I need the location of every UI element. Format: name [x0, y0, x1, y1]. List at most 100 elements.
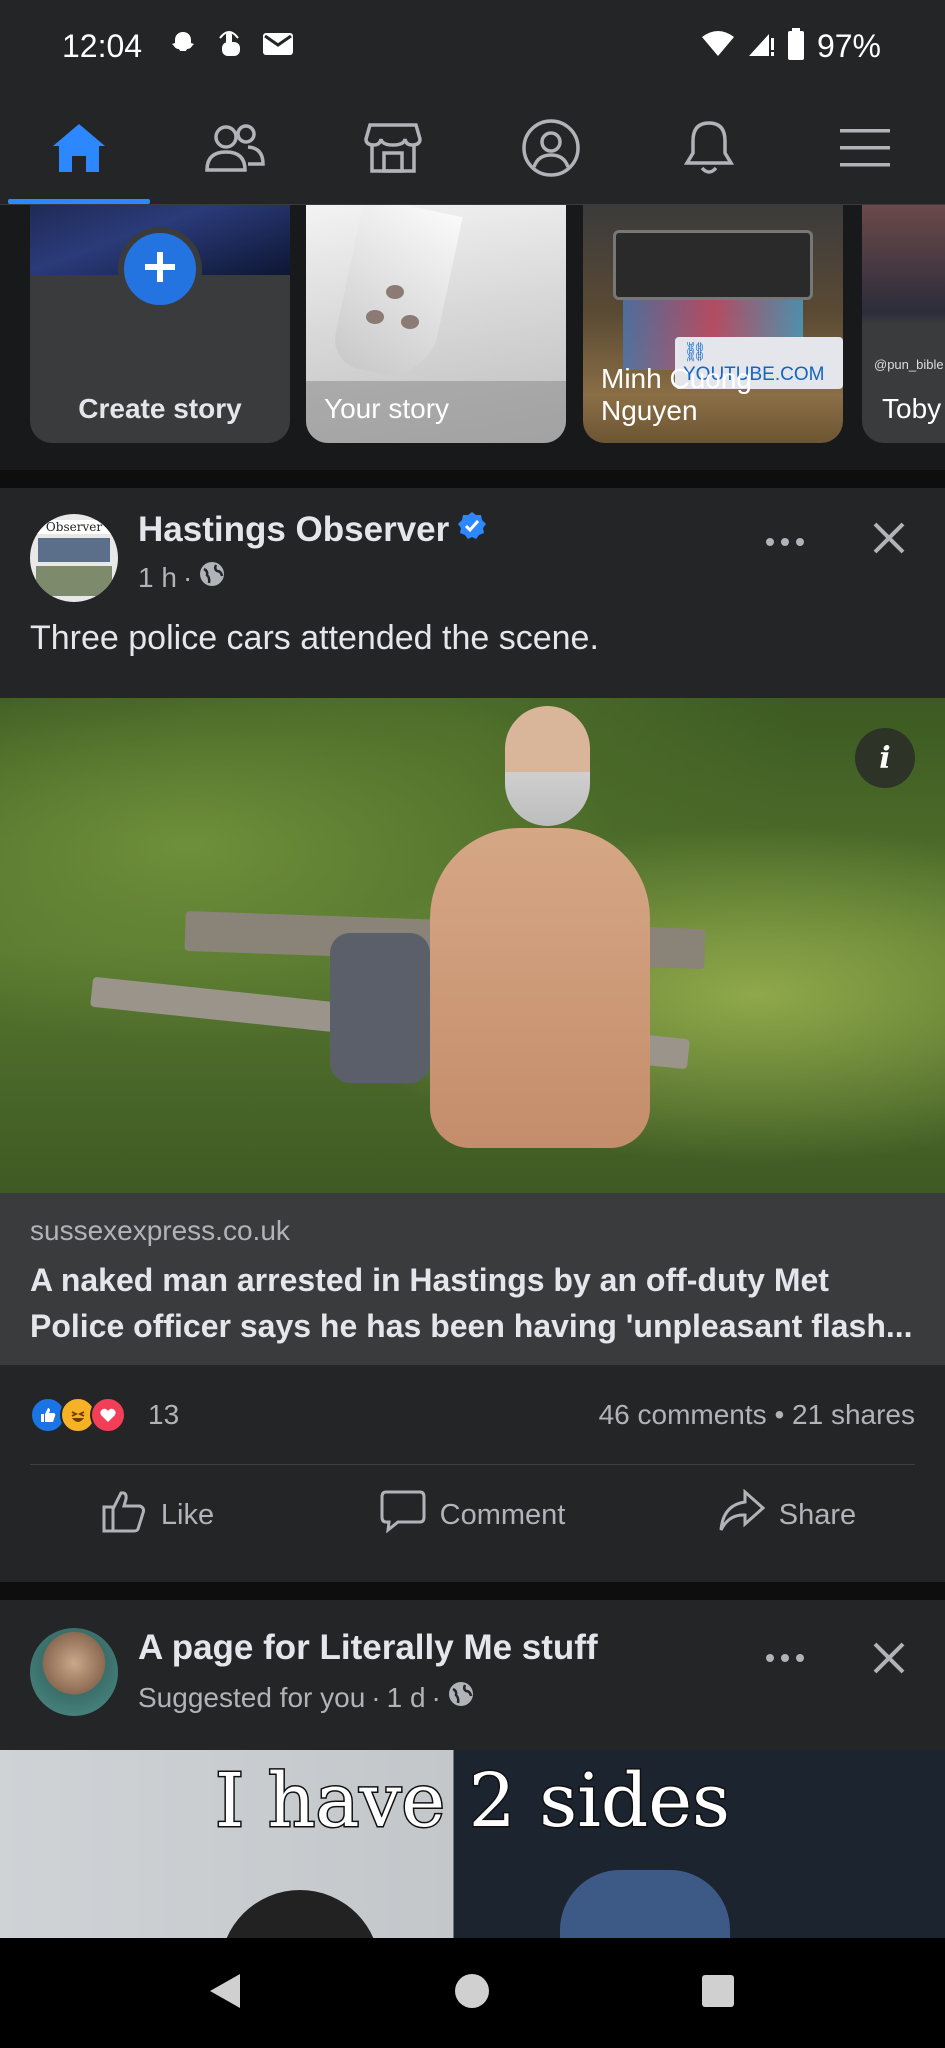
feed-divider — [0, 1582, 945, 1600]
more-dots-icon — [765, 1650, 805, 1668]
create-story-label: Create story — [78, 393, 242, 424]
nav-active-indicator — [8, 199, 150, 204]
paw-pad — [386, 285, 404, 299]
story-author-label: Toby — [882, 393, 942, 424]
post-meta: 1 h · — [138, 560, 226, 595]
comments-count[interactable]: 46 comments — [599, 1399, 767, 1430]
globe-icon — [198, 560, 226, 595]
shares-count[interactable]: 21 shares — [792, 1399, 915, 1430]
snapchat-icon — [168, 29, 198, 64]
comment-bubble-icon — [380, 1489, 426, 1541]
signal-icon — [747, 30, 775, 63]
story-author-line2: Nguyen — [601, 395, 698, 426]
nav-marketplace[interactable] — [318, 95, 468, 205]
home-circle-icon — [454, 1973, 490, 2014]
feed-divider — [0, 470, 945, 488]
image-person-head — [505, 706, 590, 826]
status-time: 12:04 — [62, 28, 143, 64]
bell-icon — [683, 119, 735, 182]
thumbs-up-icon — [101, 1489, 147, 1541]
touch-icon — [216, 28, 244, 65]
plus-icon — [142, 249, 178, 290]
nav-menu[interactable] — [790, 95, 940, 205]
hide-post-button[interactable] — [859, 1630, 919, 1690]
meme-caption: I have 2 sides — [213, 1757, 731, 1846]
image-backpack — [330, 933, 430, 1083]
status-bar: 12:04 97% — [0, 0, 945, 95]
page-avatar[interactable] — [30, 1628, 118, 1716]
home-icon — [49, 120, 109, 181]
meme-right-figure — [560, 1870, 730, 1938]
friends-icon — [204, 122, 266, 179]
top-nav-bar — [0, 95, 945, 205]
image-person — [430, 828, 650, 1148]
feed-post-suggested: A page for Literally Me stuff Suggested … — [0, 1600, 945, 1750]
your-story-label: Your story — [324, 393, 450, 424]
post-header: A page for Literally Me stuff Suggested … — [0, 1600, 945, 1748]
paw-pad — [366, 310, 384, 324]
stories-row: Create story Your story ⛓ YOUTUBE.COM Mi… — [0, 205, 945, 470]
back-button[interactable] — [165, 1938, 285, 2048]
story-card-toby[interactable]: @pun_bible Toby — [862, 205, 945, 443]
marketplace-icon — [364, 121, 422, 180]
post-author[interactable]: Hastings Observer — [138, 510, 487, 550]
suggested-label: Suggested for you — [138, 1681, 366, 1713]
add-story-button[interactable] — [118, 227, 202, 311]
meta-separator: · — [431, 1681, 441, 1713]
post-meme-image[interactable]: I have 2 sides — [0, 1750, 945, 1938]
link-preview[interactable]: sussexexpress.co.uk A naked man arrested… — [0, 1193, 945, 1365]
nav-home[interactable] — [4, 95, 154, 205]
share-label: Share — [778, 1498, 857, 1531]
post-time[interactable]: 1 h — [138, 562, 177, 594]
post-stats: 46 comments • 21 shares — [599, 1399, 915, 1431]
link-domain: sussexexpress.co.uk — [30, 1215, 290, 1246]
back-triangle-icon — [208, 1972, 242, 2015]
share-arrow-icon — [719, 1488, 766, 1541]
nav-notifications[interactable] — [634, 95, 784, 205]
home-button[interactable] — [412, 1938, 532, 2048]
reactions-bar: 13 46 comments • 21 shares — [30, 1365, 915, 1465]
post-more-options-button[interactable] — [755, 1634, 815, 1684]
system-nav-bar — [0, 1938, 945, 2048]
stats-separator: • — [774, 1399, 793, 1430]
post-author[interactable]: A page for Literally Me stuff — [138, 1628, 598, 1668]
post-author-name[interactable]: Hastings Observer — [138, 510, 449, 550]
nav-friends[interactable] — [160, 95, 310, 205]
wifi-icon — [701, 30, 735, 63]
love-reaction-icon — [90, 1397, 126, 1433]
story-handle: @pun_bible — [874, 357, 944, 372]
post-link-image[interactable]: i — [0, 698, 945, 1193]
status-notification-icons — [168, 28, 294, 65]
comment-button[interactable]: Comment — [315, 1465, 630, 1565]
profile-icon — [521, 118, 581, 183]
post-actions: Like Comment Share — [0, 1465, 945, 1565]
share-button[interactable]: Share — [630, 1465, 945, 1565]
battery-icon — [787, 28, 805, 65]
post-time[interactable]: 1 d — [387, 1682, 426, 1714]
reaction-count[interactable]: 13 — [148, 1399, 179, 1431]
comment-label: Comment — [439, 1498, 566, 1531]
reaction-icons[interactable] — [30, 1397, 126, 1433]
post-author-name[interactable]: A page for Literally Me stuff — [138, 1628, 598, 1668]
story-author-label: Minh Cuong Nguyen — [601, 363, 843, 427]
post-header: Observer Hastings Observer 1 h · — [0, 488, 945, 608]
story-author-line1: Minh Cuong — [601, 363, 752, 394]
story-card-minh[interactable]: ⛓ YOUTUBE.COM Minh Cuong Nguyen — [583, 205, 843, 443]
recents-square-icon — [701, 1974, 735, 2013]
info-button[interactable]: i — [855, 728, 915, 788]
hamburger-menu-icon — [838, 125, 892, 176]
more-dots-icon — [765, 534, 805, 552]
paw-pad — [401, 315, 419, 329]
recents-button[interactable] — [658, 1938, 778, 2048]
like-button[interactable]: Like — [0, 1465, 315, 1565]
create-story-card[interactable]: Create story — [30, 205, 290, 443]
close-icon — [872, 521, 906, 560]
verified-badge-icon — [457, 510, 487, 550]
post-more-options-button[interactable] — [755, 518, 815, 568]
close-icon — [872, 1641, 906, 1680]
your-story-card[interactable]: Your story — [306, 205, 566, 443]
page-avatar[interactable]: Observer — [30, 514, 118, 602]
meta-separator: · — [371, 1681, 381, 1713]
hide-post-button[interactable] — [859, 510, 919, 570]
nav-profile[interactable] — [476, 95, 626, 205]
